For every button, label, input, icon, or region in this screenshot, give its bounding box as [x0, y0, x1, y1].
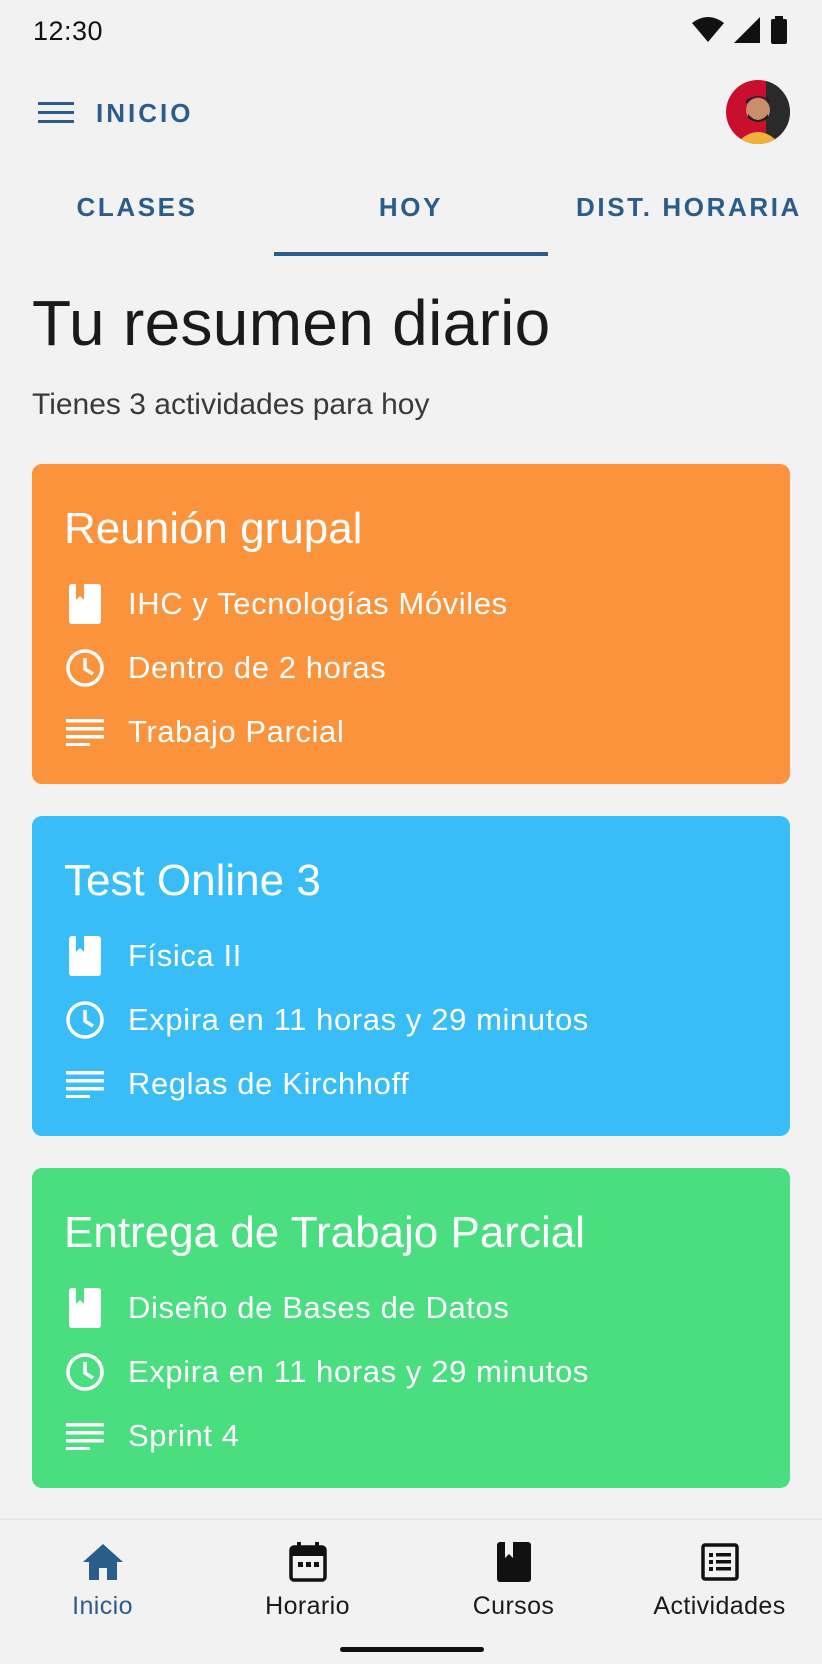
menu-button[interactable]: [36, 96, 76, 128]
book-icon: [64, 1287, 106, 1329]
card-time: Expira en 11 horas y 29 minutos: [128, 1002, 589, 1037]
card-detail-row: Sprint 4: [64, 1414, 240, 1458]
activity-card[interactable]: Reunión grupal IHC y Tecnologías Móviles…: [32, 464, 790, 784]
summary-subtitle: Tienes 3 actividades para hoy: [32, 388, 430, 421]
card-course: Física II: [128, 938, 242, 973]
tab-clases[interactable]: CLASES: [0, 176, 274, 256]
card-detail-row: Trabajo Parcial: [64, 710, 344, 754]
card-detail: Sprint 4: [128, 1418, 240, 1453]
bottom-navigation: Inicio Horario Cursos Actividades: [0, 1520, 822, 1664]
battery-icon: [770, 15, 788, 49]
nav-label: Actividades: [653, 1592, 786, 1620]
notes-icon: [64, 1063, 106, 1105]
nav-item-inicio[interactable]: Inicio: [0, 1540, 205, 1636]
book-icon: [64, 583, 106, 625]
nav-item-cursos[interactable]: Cursos: [411, 1540, 616, 1636]
menu-icon: [36, 102, 76, 132]
clock-icon: [64, 1351, 106, 1393]
status-bar: 12:30: [0, 0, 822, 64]
tab-bar: CLASES HOY DIST. HORARIA: [0, 176, 822, 256]
clock-icon: [64, 647, 106, 689]
book-icon: [492, 1540, 536, 1584]
activity-card[interactable]: Entrega de Trabajo Parcial Diseño de Bas…: [32, 1168, 790, 1488]
card-time: Expira en 11 horas y 29 minutos: [128, 1354, 589, 1389]
activity-card[interactable]: Test Online 3 Física II Expira en 11 hor…: [32, 816, 790, 1136]
notes-icon: [64, 711, 106, 753]
card-time-row: Expira en 11 horas y 29 minutos: [64, 1350, 589, 1394]
nav-label: Cursos: [472, 1592, 555, 1620]
card-course: IHC y Tecnologías Móviles: [128, 586, 508, 621]
clock-icon: [64, 999, 106, 1041]
card-title: Entrega de Trabajo Parcial: [64, 1208, 585, 1257]
nav-label: Inicio: [72, 1592, 133, 1620]
avatar[interactable]: [726, 80, 790, 144]
home-icon: [81, 1540, 125, 1584]
summary-title: Tu resumen diario: [32, 287, 551, 359]
card-detail: Reglas de Kirchhoff: [128, 1066, 410, 1101]
status-time: 12:30: [33, 16, 104, 46]
card-detail-row: Reglas de Kirchhoff: [64, 1062, 409, 1106]
card-course: Diseño de Bases de Datos: [128, 1290, 510, 1325]
calendar-icon: [286, 1540, 330, 1584]
page-title-header: INICIO: [96, 98, 194, 128]
nav-item-actividades[interactable]: Actividades: [617, 1540, 822, 1636]
card-time: Dentro de 2 horas: [128, 650, 387, 685]
signal-icon: [734, 16, 760, 48]
card-course-row: Física II: [64, 934, 242, 978]
tab-dist-horaria[interactable]: DIST. HORARIA: [548, 176, 822, 256]
tab-indicator: [274, 252, 548, 256]
home-gesture-bar[interactable]: [340, 1647, 484, 1652]
card-detail: Trabajo Parcial: [128, 714, 345, 749]
status-icons: [692, 15, 788, 49]
card-course-row: Diseño de Bases de Datos: [64, 1286, 509, 1330]
tab-hoy[interactable]: HOY: [274, 176, 548, 256]
top-app-bar: INICIO: [0, 72, 822, 152]
card-course-row: IHC y Tecnologías Móviles: [64, 582, 508, 626]
book-icon: [64, 935, 106, 977]
notes-icon: [64, 1415, 106, 1457]
card-time-row: Dentro de 2 horas: [64, 646, 386, 690]
wifi-icon: [692, 16, 724, 48]
card-title: Reunión grupal: [64, 504, 363, 553]
card-time-row: Expira en 11 horas y 29 minutos: [64, 998, 589, 1042]
card-title: Test Online 3: [64, 856, 321, 905]
list-alt-icon: [698, 1540, 742, 1584]
nav-item-horario[interactable]: Horario: [205, 1540, 410, 1636]
nav-label: Horario: [265, 1592, 350, 1620]
